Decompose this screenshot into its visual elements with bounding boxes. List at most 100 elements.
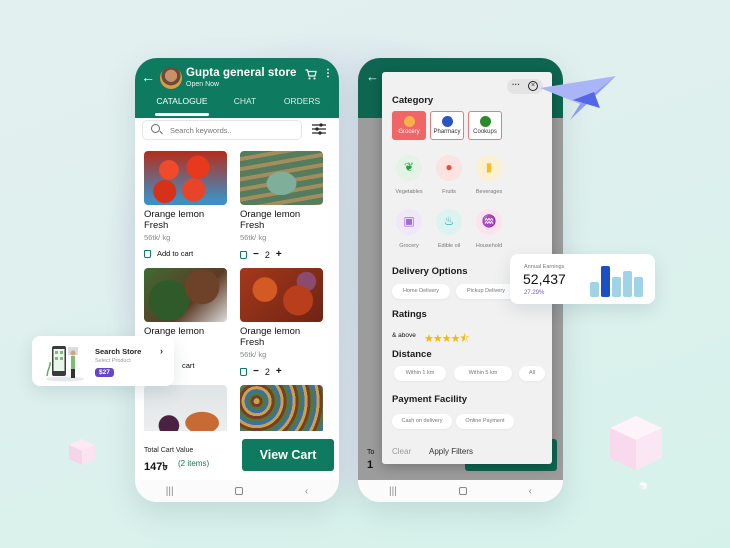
- back-arrow-icon: ←: [366, 69, 379, 84]
- category-label: Grocery: [398, 129, 420, 135]
- category-cookups[interactable]: Cookups: [468, 111, 502, 140]
- total-cart-label: To: [367, 449, 375, 456]
- cart-icon[interactable]: [305, 69, 317, 80]
- product-image-sausage-dish: [240, 268, 323, 322]
- chip-online-payment[interactable]: Online Payment: [456, 414, 514, 429]
- subcategory-label: Household: [475, 243, 503, 249]
- product-price: 56tk/ kg: [240, 233, 267, 242]
- chip-pickup-delivery[interactable]: Pickup Delivery: [456, 284, 516, 299]
- more-vertical-icon[interactable]: ⋮: [323, 68, 333, 79]
- recent-apps-icon[interactable]: |||: [389, 486, 397, 497]
- product-card[interactable]: Orange lemon Fresh 56tk/ kg −2 +: [240, 268, 323, 377]
- android-nav-bar: ||| ‹: [358, 480, 563, 502]
- store-avatar[interactable]: [160, 67, 182, 89]
- tab-catalogue[interactable]: CATALOGUE: [145, 94, 219, 116]
- quantity-stepper: −2 +: [240, 249, 323, 260]
- nav-back-icon[interactable]: ‹: [529, 486, 532, 497]
- store-phone: ← Gupta general store Open Now ⋮ CATALOG…: [135, 58, 339, 502]
- earnings-bar-chart: [590, 264, 646, 297]
- category-label: Cookups: [473, 129, 497, 135]
- subcategory-household[interactable]: ♒ Household: [466, 209, 512, 249]
- chip-label: Online Payment: [465, 418, 505, 424]
- delivery-title: Delivery Options: [392, 266, 468, 277]
- store-header: ← Gupta general store Open Now ⋮ CATALOG…: [135, 58, 339, 118]
- fruits-icon: ●: [436, 155, 462, 181]
- decrease-qty-button[interactable]: −: [253, 366, 259, 377]
- tab-label: CHAT: [233, 96, 257, 106]
- chip-label: Within 5 km: [468, 370, 498, 376]
- bag-icon: [240, 367, 247, 376]
- view-cart-button[interactable]: View Cart: [242, 439, 334, 471]
- clear-button[interactable]: Clear: [392, 447, 411, 456]
- chip-label: All: [528, 370, 536, 376]
- rating-stars[interactable]: ★★★★⯪: [424, 330, 470, 349]
- total-cart-label: Total Cart Value: [144, 447, 194, 454]
- subcategory-label: Beverages: [475, 189, 503, 195]
- total-cart-amount: 1: [367, 459, 374, 471]
- edible-oil-icon: ♨: [436, 209, 462, 235]
- subcategory-label: Fruits: [442, 189, 456, 195]
- shopping-illustration-icon: [46, 346, 84, 382]
- decrease-qty-button[interactable]: −: [253, 249, 259, 260]
- tab-label: ORDERS: [283, 96, 321, 106]
- subcategory-label: Vegetables: [395, 189, 423, 195]
- earnings-bar: [623, 270, 632, 297]
- qty-value: 2: [264, 366, 270, 377]
- increase-qty-button[interactable]: +: [276, 249, 282, 260]
- product-name: Orange lemon Fresh: [240, 209, 301, 231]
- category-pharmacy[interactable]: Pharmacy: [430, 111, 464, 140]
- category-grocery[interactable]: Grocery: [392, 111, 426, 140]
- recent-apps-icon[interactable]: |||: [166, 486, 174, 497]
- search-store-card[interactable]: Search Store Select Product $27 ›: [32, 336, 174, 386]
- household-icon: ♒: [476, 209, 502, 235]
- tab-chat[interactable]: CHAT: [219, 94, 271, 116]
- add-to-cart-button[interactable]: Add to cart: [144, 249, 227, 258]
- product-card[interactable]: Orange lemon Fresh 56tk/ kg Add to cart: [144, 151, 227, 258]
- search-icon: [151, 124, 160, 133]
- more-options-button[interactable]: ···: [512, 80, 520, 89]
- pink-cube-left: [69, 439, 95, 465]
- close-icon[interactable]: ×: [528, 81, 538, 91]
- annual-earnings-card: Annual Earnings 52,437 27.29%: [510, 254, 655, 304]
- total-cart-amount: 147৳: [144, 461, 168, 473]
- apply-filters-button[interactable]: Apply Filters: [429, 447, 473, 456]
- earnings-bar: [601, 265, 610, 297]
- home-icon[interactable]: [235, 487, 244, 495]
- pink-cube-right: [610, 416, 662, 470]
- category-title: Category: [392, 95, 434, 106]
- chevron-right-icon[interactable]: ›: [160, 346, 163, 356]
- filter-sliders-icon[interactable]: [312, 122, 326, 136]
- chip-within-1km[interactable]: Within 1 km: [394, 366, 446, 381]
- product-card[interactable]: Orange lemon Fresh 56tk/ kg −2 +: [240, 151, 323, 260]
- search-placeholder: Search keywords..: [170, 126, 232, 135]
- price-badge: $27: [95, 368, 114, 377]
- grocery-icon: ▣: [396, 209, 422, 235]
- chip-label: Home Delivery: [402, 288, 440, 294]
- tab-orders[interactable]: ORDERS: [271, 94, 333, 116]
- bag-icon: [240, 250, 247, 259]
- payment-title: Payment Facility: [392, 394, 467, 405]
- store-status: Open Now: [186, 81, 220, 88]
- android-nav-bar: ||| ‹: [135, 480, 339, 502]
- cart-summary-bar: Total Cart Value 147৳ (2 items) View Car…: [135, 431, 339, 481]
- home-icon[interactable]: [458, 487, 467, 495]
- qty-value: 2: [264, 249, 270, 260]
- pharmacy-icon: [441, 116, 453, 127]
- grocery-icon: [403, 116, 415, 127]
- vegetables-icon: ❦: [396, 155, 422, 181]
- chip-cash-on-delivery[interactable]: Cash on delivery: [392, 414, 452, 429]
- beverages-icon: ▮: [476, 155, 502, 181]
- ratings-title: Ratings: [392, 309, 427, 320]
- increase-qty-button[interactable]: +: [276, 366, 282, 377]
- subcategory-beverages[interactable]: ▮ Beverages: [466, 155, 512, 195]
- back-arrow-icon[interactable]: ←: [141, 69, 155, 85]
- chip-label: Within 1 km: [405, 370, 435, 376]
- product-name: Orange lemon Fresh: [240, 326, 301, 348]
- panel-controls: ··· ×: [507, 79, 543, 94]
- search-input[interactable]: Search keywords..: [142, 120, 302, 140]
- earnings-bar: [634, 277, 643, 297]
- chip-all[interactable]: All: [519, 366, 545, 381]
- chip-home-delivery[interactable]: Home Delivery: [392, 284, 450, 299]
- chip-within-5km[interactable]: Within 5 km: [454, 366, 512, 381]
- nav-back-icon[interactable]: ‹: [305, 486, 308, 497]
